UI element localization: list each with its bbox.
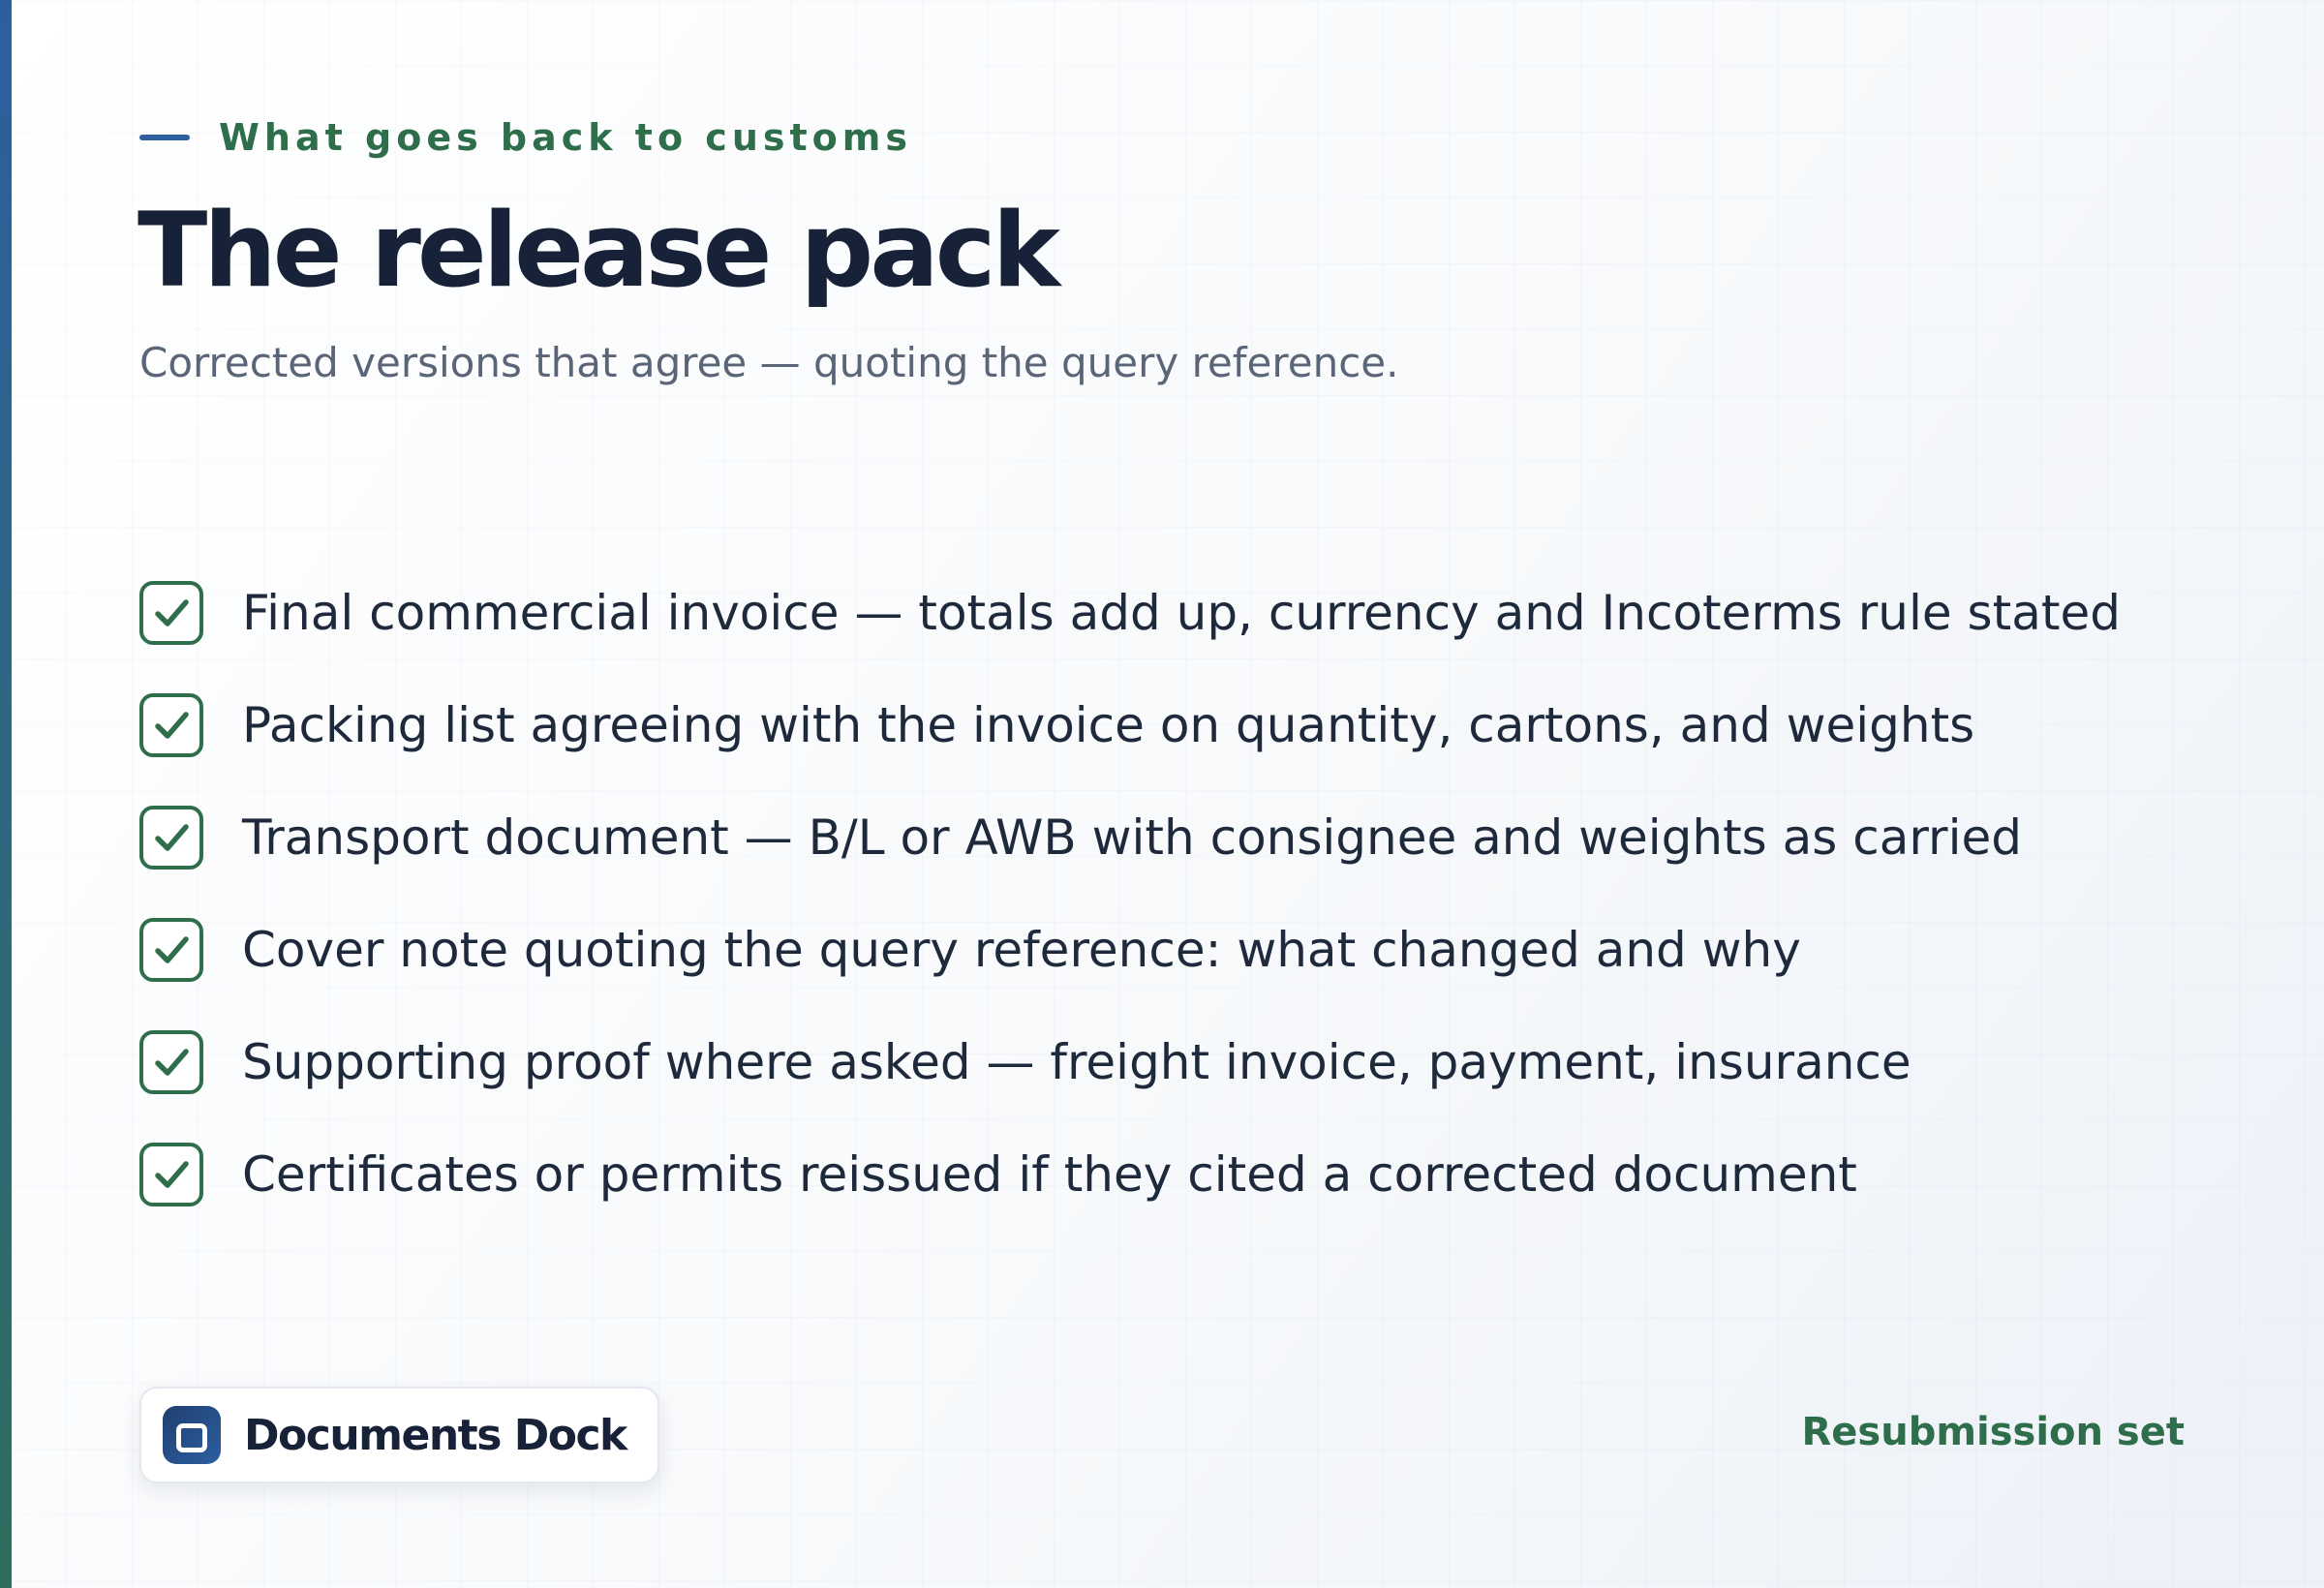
checklist-item: Supporting proof where asked — freight i… [139,1026,2121,1139]
brand-name: Documents Dock [244,1410,627,1460]
checkbox-checked-icon [139,1030,203,1094]
checkbox-checked-icon [139,693,203,757]
checklist-item: Cover note quoting the query reference: … [139,914,2121,1026]
checklist-item: Transport document — B/L or AWB with con… [139,802,2121,914]
checklist-item-label: Supporting proof where asked — freight i… [242,1034,1911,1090]
eyebrow-text: What goes back to customs [219,116,912,159]
checklist-item-label: Transport document — B/L or AWB with con… [242,809,2022,866]
checkbox-checked-icon [139,581,203,645]
release-pack-checklist: Final commercial invoice — totals add up… [139,577,2121,1251]
slide: What goes back to customs The release pa… [0,0,2324,1588]
left-accent-bar [0,0,12,1588]
page-subtitle: Corrected versions that agree — quoting … [139,339,1399,386]
checklist-item: Certificates or permits reissued if they… [139,1139,2121,1251]
checklist-item-label: Packing list agreeing with the invoice o… [242,697,1975,753]
checklist-item: Packing list agreeing with the invoice o… [139,689,2121,802]
brand-badge: Documents Dock [139,1387,659,1483]
documents-dock-logo-icon [163,1406,221,1464]
eyebrow-line [139,135,190,140]
checkbox-checked-icon [139,918,203,982]
footer-label: Resubmission set [1801,1410,2185,1454]
checklist-item-label: Cover note quoting the query reference: … [242,922,1801,978]
page-title: The release pack [138,191,1060,310]
checklist-item: Final commercial invoice — totals add up… [139,577,2121,689]
checkbox-checked-icon [139,806,203,870]
checklist-item-label: Certificates or permits reissued if they… [242,1146,1857,1203]
checkbox-checked-icon [139,1143,203,1206]
eyebrow: What goes back to customs [139,116,912,159]
checklist-item-label: Final commercial invoice — totals add up… [242,585,2121,641]
